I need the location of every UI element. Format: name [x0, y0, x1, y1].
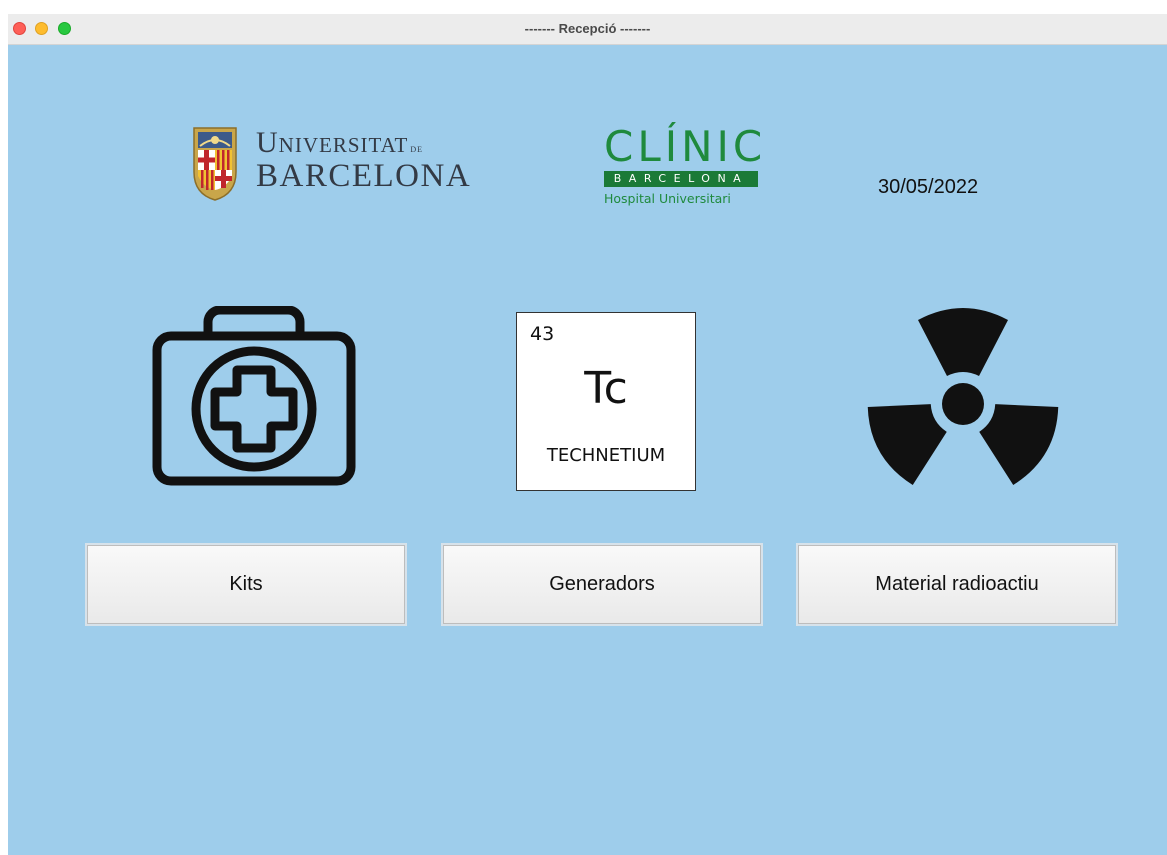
university-name-line1: Universitat de	[256, 128, 471, 158]
hospital-city-bar: BARCELONA	[604, 171, 758, 187]
university-de: de	[410, 141, 423, 155]
university-name-line2: BARCELONA	[256, 158, 472, 194]
hospital-name: CLÍNIC	[604, 122, 767, 171]
atomic-number: 43	[530, 323, 555, 345]
hospital-logo: CLÍNIC BARCELONA Hospital Universitari	[604, 126, 764, 221]
medical-kit-icon	[152, 306, 356, 486]
kits-button[interactable]: Kits	[85, 543, 407, 626]
university-crest-icon	[193, 127, 237, 201]
university-name: Universitat de BARCELONA	[256, 128, 471, 193]
hospital-subtitle: Hospital Universitari	[604, 191, 731, 206]
title-bar[interactable]: ------- Recepció -------	[8, 14, 1167, 45]
generators-button[interactable]: Generadors	[441, 543, 763, 626]
university-word: Universitat	[256, 126, 409, 159]
radioactive-material-button[interactable]: Material radioactiu	[796, 543, 1118, 626]
technetium-element-card: 43 Tc TECHNETIUM	[516, 312, 696, 491]
radiation-icon	[867, 308, 1059, 485]
element-symbol: Tc	[584, 363, 628, 414]
app-window: ------- Recepció ------- Universitat de B	[8, 14, 1167, 855]
current-date: 30/05/2022	[878, 176, 979, 198]
element-name: TECHNETIUM	[546, 445, 666, 466]
university-logo: Universitat de BARCELONA	[190, 124, 490, 204]
window-title: ------- Recepció -------	[524, 21, 651, 36]
